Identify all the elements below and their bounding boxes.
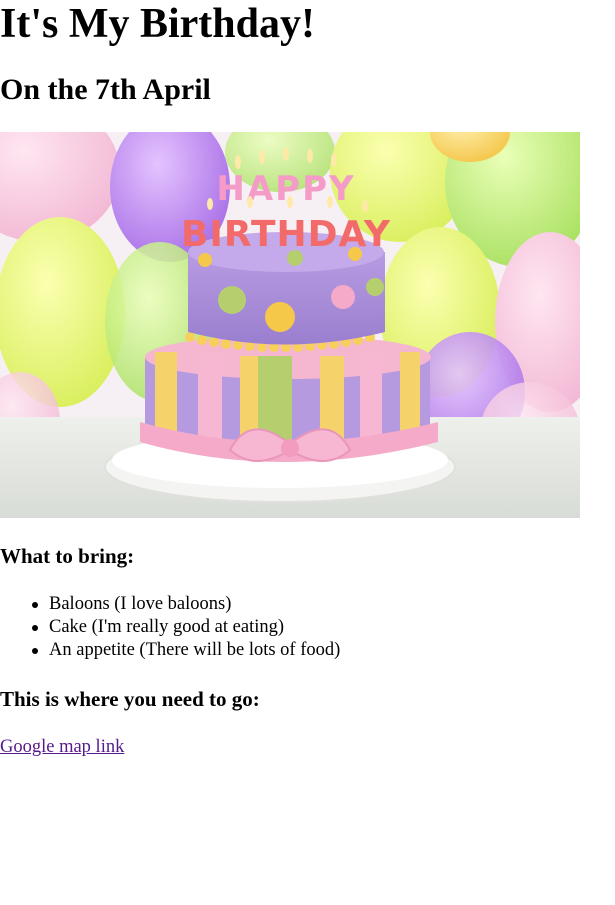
location-heading: This is where you need to go: (0, 687, 260, 711)
page-title: It's My Birthday! (0, 1, 315, 47)
candle-text-birthday: BIRTHDAY (181, 214, 391, 255)
google-map-link[interactable]: Google map link (0, 736, 124, 759)
birthday-cake-image: HAPPY BIRTHDAY (0, 132, 580, 518)
candle-text-happy: HAPPY (216, 169, 355, 209)
list-item: Cake (I'm really good at eating) (31, 616, 340, 639)
page-subtitle: On the 7th April (0, 73, 211, 106)
list-item: Baloons (I love baloons) (31, 593, 340, 616)
bring-list: Baloons (I love baloons) Cake (I'm reall… (0, 593, 340, 662)
list-item: An appetite (There will be lots of food) (31, 640, 341, 660)
what-to-bring-heading: What to bring: (0, 544, 135, 568)
